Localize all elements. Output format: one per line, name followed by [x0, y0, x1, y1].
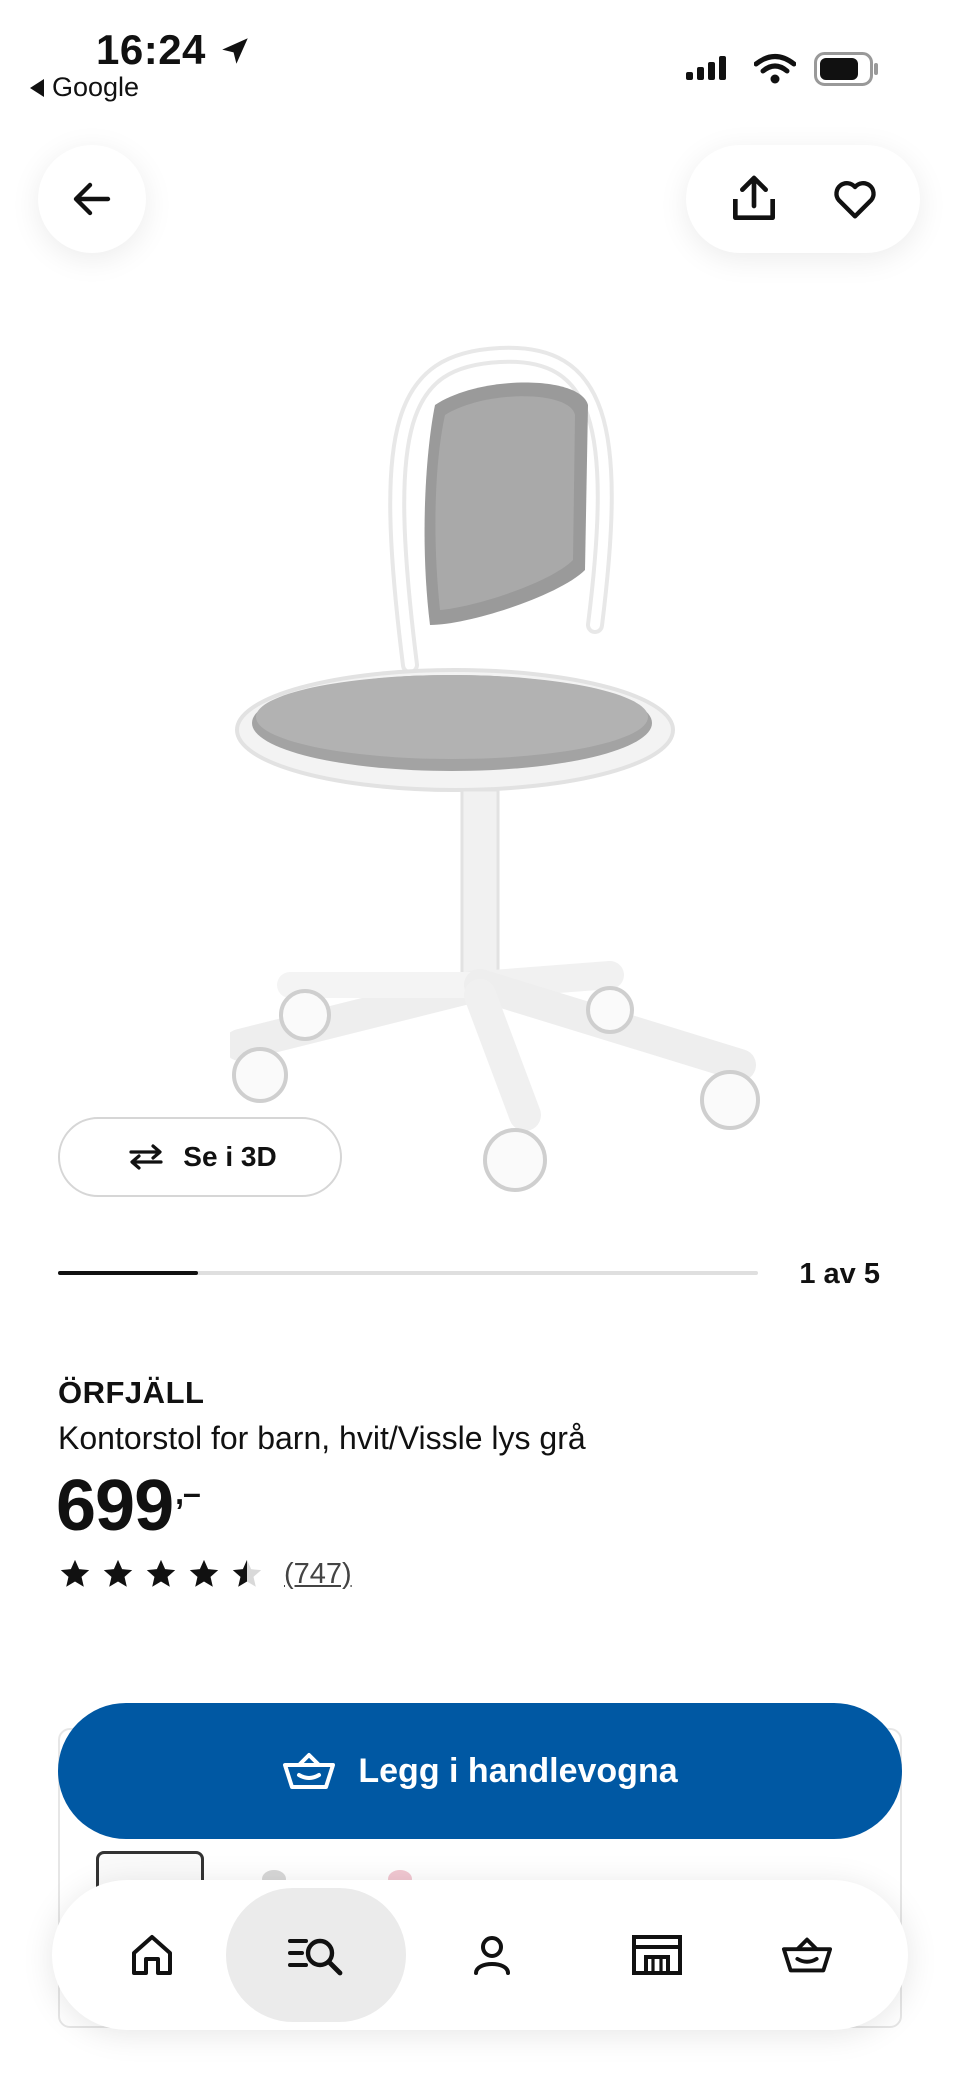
nav-home[interactable]: [92, 1880, 212, 2030]
basket-icon: [283, 1753, 336, 1789]
back-to-app-link[interactable]: Google: [30, 72, 139, 103]
battery-icon: [814, 52, 878, 86]
add-to-cart-label: Legg i handlevogna: [358, 1751, 678, 1790]
basket-icon: [781, 1937, 833, 1973]
price-suffix: ,–: [175, 1475, 201, 1511]
star-icon: [189, 1559, 219, 1587]
nav-stores[interactable]: [582, 1880, 732, 2030]
status-indicators: [686, 52, 880, 86]
rating-count[interactable]: (747): [284, 1558, 352, 1591]
store-icon: [632, 1935, 682, 1975]
rotate-3d-icon: [129, 1144, 163, 1170]
favorite-button[interactable]: [829, 173, 881, 225]
product-page: 16:24 Google Se i 3D 1 av 5 ÖRFJÄLL Kont…: [0, 0, 960, 2081]
star-icon: [146, 1559, 176, 1587]
star-icon: [60, 1559, 90, 1587]
rating-stars: [58, 1557, 264, 1591]
search-list-icon: [288, 1938, 343, 1976]
status-time: 16:24: [96, 26, 206, 73]
action-pill: [686, 145, 920, 253]
nav-search[interactable]: [226, 1880, 406, 2030]
back-app-label: Google: [52, 72, 140, 102]
wifi-icon: [754, 54, 796, 84]
product-rating[interactable]: (747): [58, 1557, 352, 1591]
share-icon: [732, 175, 775, 221]
star-icon: [103, 1559, 133, 1587]
product-price: 699 ,–: [56, 1465, 201, 1547]
star-icon: [232, 1559, 262, 1587]
product-image-chair[interactable]: [230, 345, 770, 1205]
view-3d-button[interactable]: Se i 3D: [58, 1117, 342, 1197]
heart-icon: [833, 181, 876, 219]
view-3d-label: Se i 3D: [183, 1141, 277, 1172]
bottom-nav: [52, 1880, 908, 2030]
profile-icon: [474, 1936, 510, 1975]
home-icon: [132, 1935, 172, 1975]
gallery-progress-track: [58, 1271, 758, 1275]
product-description: Kontorstol for barn, hvit/Vissle lys grå: [58, 1420, 586, 1456]
nav-profile[interactable]: [422, 1880, 562, 2030]
nav-basket[interactable]: [742, 1880, 872, 2030]
location-arrow-icon: [222, 38, 248, 64]
gallery-counter: 1 av 5: [799, 1258, 880, 1290]
back-triangle-icon: [30, 78, 44, 97]
share-button[interactable]: [726, 171, 782, 227]
signal-icon: [686, 56, 726, 80]
back-button[interactable]: [38, 145, 146, 253]
add-to-cart-button[interactable]: Legg i handlevogna: [58, 1703, 902, 1839]
gallery-progress-fill: [58, 1271, 198, 1275]
price-value: 699: [56, 1466, 174, 1546]
product-name: ÖRFJÄLL: [58, 1375, 205, 1410]
arrow-left-icon: [73, 182, 111, 216]
